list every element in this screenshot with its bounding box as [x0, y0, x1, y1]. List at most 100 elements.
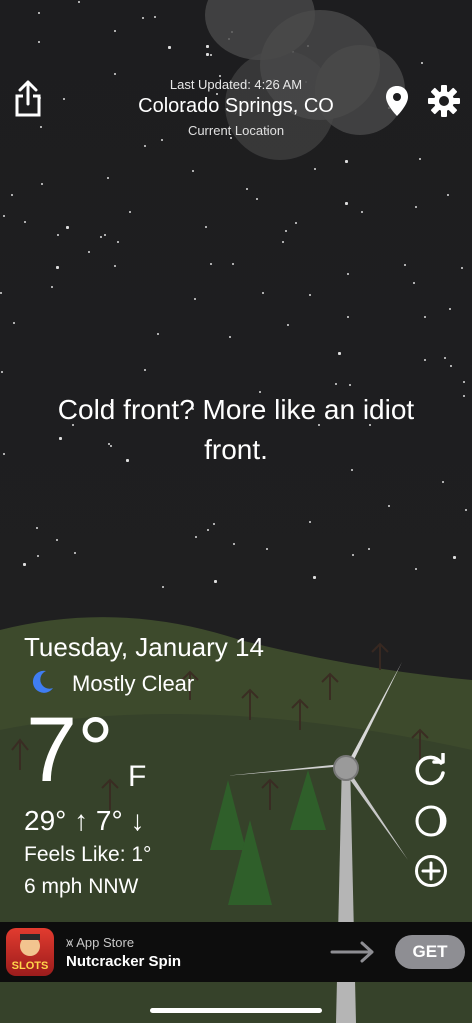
- app-store-icon: ⩙: [66, 935, 77, 950]
- star: [168, 46, 171, 49]
- star: [256, 198, 258, 200]
- location-label: Current Location: [187, 123, 285, 138]
- star: [463, 395, 465, 397]
- star: [1, 371, 3, 373]
- star: [206, 45, 209, 48]
- star: [444, 357, 446, 359]
- arrow-right-icon: [330, 941, 374, 963]
- star: [78, 1, 80, 3]
- star: [114, 73, 116, 75]
- star: [162, 586, 164, 588]
- star: [404, 264, 406, 266]
- condition-text: Mostly Clear: [72, 671, 195, 696]
- star: [285, 230, 287, 232]
- star: [37, 555, 39, 557]
- star: [104, 234, 106, 236]
- star: [100, 236, 102, 238]
- star: [338, 352, 341, 355]
- star: [262, 292, 264, 294]
- star: [287, 324, 289, 326]
- star: [352, 554, 354, 556]
- star: [349, 384, 351, 386]
- ad-source: ⩙ App Store: [66, 935, 135, 950]
- star: [461, 267, 463, 269]
- high-low: 29° ↑ 7° ↓: [24, 805, 145, 836]
- feels-like: Feels Like: 1°: [24, 843, 152, 866]
- star: [447, 194, 449, 196]
- ad-title[interactable]: Nutcracker Spin: [66, 953, 181, 970]
- star: [117, 241, 119, 243]
- temperature-unit[interactable]: F: [128, 760, 146, 794]
- star: [345, 202, 348, 205]
- star: [38, 41, 40, 43]
- star: [388, 505, 390, 507]
- star: [453, 556, 456, 559]
- star: [56, 539, 58, 541]
- gear-icon[interactable]: [428, 85, 460, 117]
- star: [345, 160, 348, 163]
- star: [415, 568, 417, 570]
- star: [313, 576, 316, 579]
- star: [210, 263, 212, 265]
- star: [463, 381, 465, 383]
- star: [421, 62, 423, 64]
- star: [309, 294, 311, 296]
- star: [36, 527, 38, 529]
- star: [266, 548, 268, 550]
- star: [361, 211, 363, 213]
- star: [114, 265, 116, 267]
- star: [74, 552, 76, 554]
- star: [38, 12, 40, 14]
- star: [368, 548, 370, 550]
- weather-quip: Cold front? More like an idiot front.: [57, 394, 415, 465]
- current-temperature: 7°: [26, 699, 114, 801]
- star: [154, 16, 156, 18]
- star: [442, 481, 444, 483]
- star: [205, 226, 207, 228]
- star: [309, 521, 311, 523]
- star: [144, 145, 146, 147]
- star: [347, 316, 349, 318]
- star: [424, 359, 426, 361]
- star: [24, 221, 26, 223]
- star: [450, 365, 452, 367]
- star: [157, 333, 159, 335]
- star: [13, 322, 15, 324]
- star: [66, 226, 69, 229]
- star: [129, 211, 131, 213]
- star: [335, 383, 337, 385]
- star: [314, 168, 316, 170]
- star: [194, 298, 196, 300]
- star: [107, 177, 109, 179]
- star: [144, 369, 146, 371]
- star: [413, 282, 415, 284]
- star: [229, 336, 231, 338]
- star: [213, 523, 215, 525]
- star: [295, 222, 297, 224]
- star: [232, 263, 234, 265]
- star: [246, 188, 248, 190]
- moon-phase-icon[interactable]: [414, 804, 448, 838]
- star: [210, 54, 212, 56]
- ad-app-icon[interactable]: SLOTS: [6, 928, 54, 976]
- star: [11, 194, 13, 196]
- star: [114, 30, 116, 32]
- star: [23, 563, 26, 566]
- star: [41, 183, 43, 185]
- refresh-icon[interactable]: [414, 753, 448, 787]
- star: [57, 234, 59, 236]
- forecast-date: Tuesday, January 14: [24, 632, 264, 662]
- location-pin-icon[interactable]: [385, 85, 409, 117]
- star: [415, 206, 417, 208]
- star: [192, 170, 194, 172]
- star: [214, 580, 217, 583]
- wind: 6 mph NNW: [24, 875, 139, 898]
- star: [56, 266, 59, 269]
- home-indicator[interactable]: [150, 1008, 322, 1013]
- star: [3, 453, 5, 455]
- star: [195, 536, 197, 538]
- star: [424, 316, 426, 318]
- add-location-icon[interactable]: [414, 854, 448, 888]
- get-button[interactable]: GET: [395, 935, 465, 969]
- star: [0, 292, 2, 294]
